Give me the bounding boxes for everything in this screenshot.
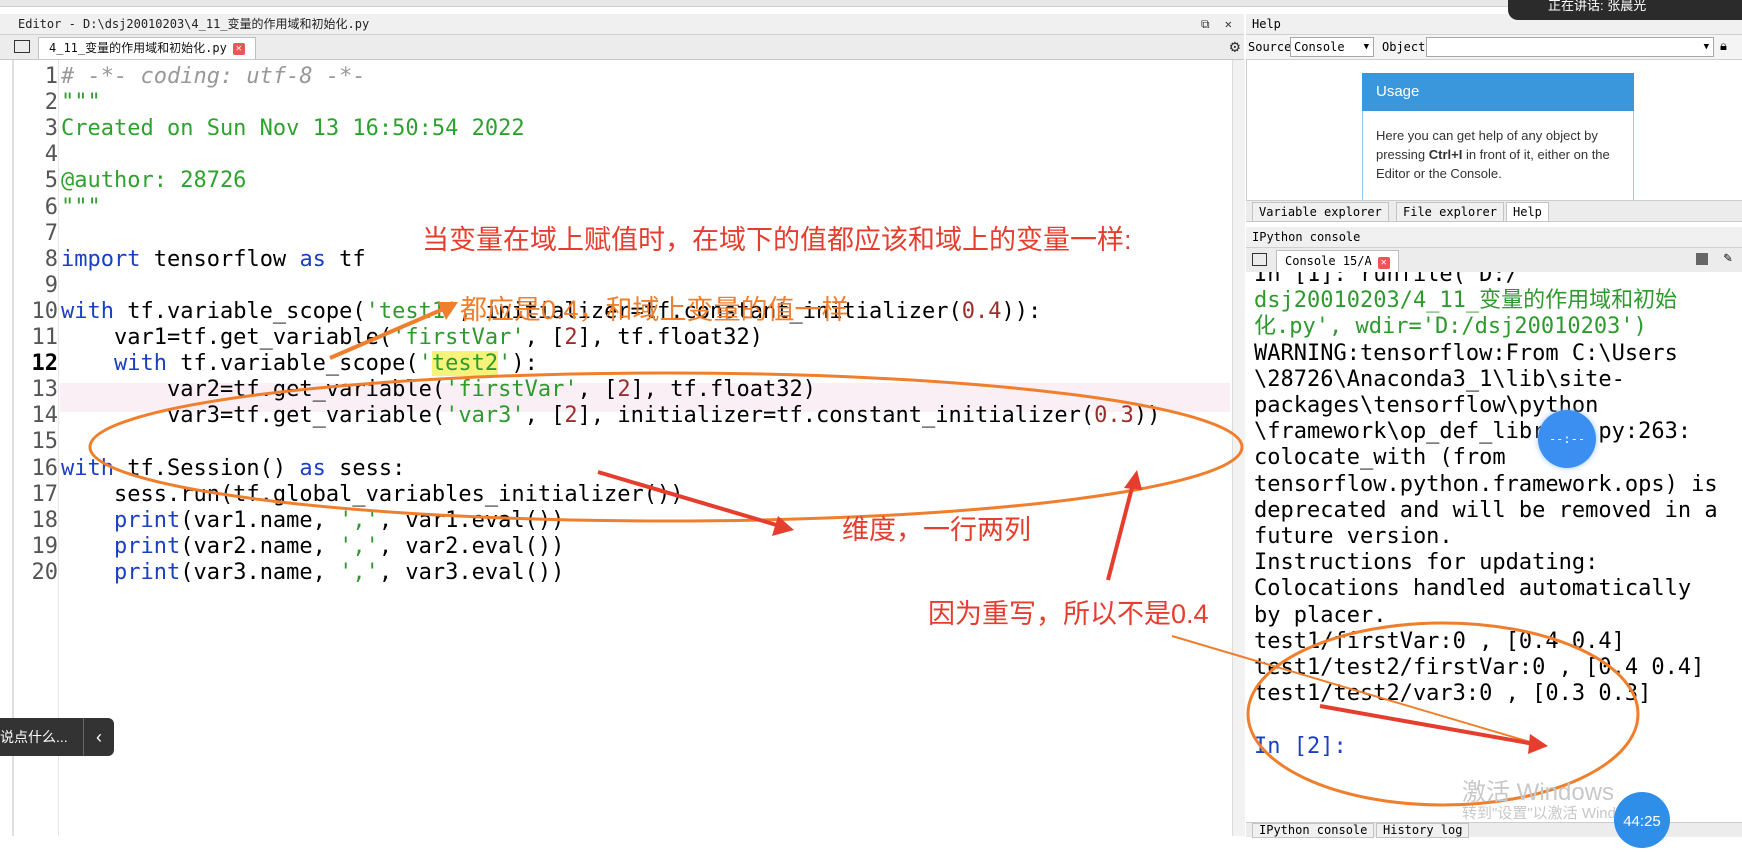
annotation-top-note: 当变量在域上赋值时，在域下的值都应该和域上的变量一样: xyxy=(422,225,1132,255)
arrow-to-output xyxy=(1171,635,1531,743)
collapse-chat-button[interactable]: ‹ xyxy=(83,718,114,756)
floating-ball[interactable]: --:-- xyxy=(1538,410,1596,468)
scope-ellipse xyxy=(88,371,1244,523)
timer-bubble[interactable]: 44:25 xyxy=(1614,792,1670,848)
arrowhead xyxy=(1124,470,1142,490)
arrowhead xyxy=(1528,734,1548,754)
notification-text: 正在讲话: 张晨光 xyxy=(1548,0,1647,13)
annotation-dimension: 维度，一行两列 xyxy=(842,515,1031,545)
annotation-should-be-04: 都应是0.4，和域上变量的值一样 xyxy=(460,295,849,325)
speaking-notification: 正在讲话: 张晨光 xyxy=(1508,0,1742,20)
chat-input[interactable]: 说点什么... xyxy=(0,718,68,756)
arrow-to-dimension xyxy=(597,470,781,528)
annotation-overridden: 因为重写，所以不是0.4 xyxy=(928,599,1209,629)
arrow-to-initializer xyxy=(329,305,449,360)
chat-widget[interactable]: 说点什么... ‹ xyxy=(0,718,114,756)
annotation-overlay xyxy=(88,302,1640,807)
